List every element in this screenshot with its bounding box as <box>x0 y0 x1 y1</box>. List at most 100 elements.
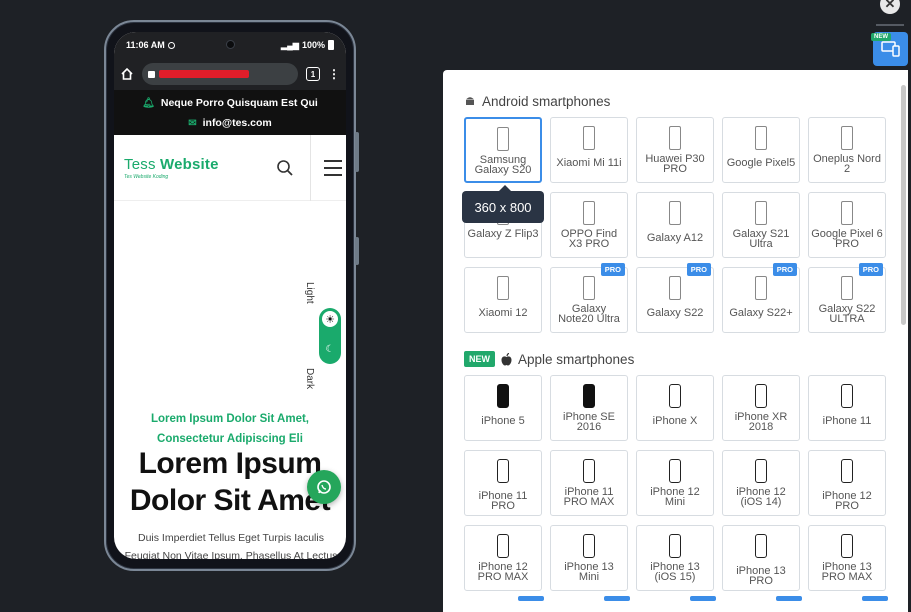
header-divider <box>310 135 311 201</box>
topbar-email[interactable]: info@tes.com <box>203 117 272 129</box>
device-card[interactable]: Galaxy S22 ULTRA PRO <box>808 263 886 333</box>
topbar-announcement: Neque Porro Quisquam Est Qui <box>160 97 318 109</box>
phone-icon <box>583 384 595 408</box>
device-card[interactable]: Galaxy S21 Ultra <box>722 192 800 258</box>
phone-icon <box>497 384 509 408</box>
device-card[interactable]: iPhone SE 2016 <box>550 375 628 441</box>
device-card[interactable]: Galaxy S22+ PRO <box>722 263 800 333</box>
site-logo[interactable]: Tess Website Tes Website Koding <box>124 156 219 180</box>
theme-switch[interactable]: ☀ ☾ <box>319 308 341 364</box>
device-card[interactable]: iPhone 13 (iOS 15) <box>636 525 714 591</box>
device-card[interactable]: Galaxy Note20 Ultra PRO <box>550 263 628 333</box>
moon-icon: ☾ <box>325 344 335 355</box>
close-button[interactable]: ✕ <box>880 0 900 14</box>
device-name: Xiaomi Mi 11i <box>556 157 622 169</box>
device-card[interactable]: Samsung Galaxy S20 <box>464 117 542 183</box>
home-icon[interactable] <box>120 67 134 81</box>
device-name: iPhone 12 (iOS 14) <box>736 486 786 508</box>
panel-scrollbar[interactable] <box>901 85 906 585</box>
phone-icon <box>669 459 681 483</box>
device-card[interactable]: OPPO Find X3 PRO <box>550 192 628 258</box>
device-name: Galaxy Note20 Ultra <box>558 303 620 325</box>
device-card[interactable]: iPhone XR 2018 <box>722 375 800 441</box>
hero-body-line2: Feugiat Non Vitae Ipsum. Phasellus At Le… <box>124 550 338 559</box>
battery-level: 100% <box>301 40 325 50</box>
device-card[interactable]: Xiaomi Mi 11i <box>550 117 628 183</box>
rail-divider <box>876 24 904 26</box>
device-card[interactable]: iPhone X <box>636 375 714 441</box>
logo-light: Tess <box>124 155 161 173</box>
device-card[interactable]: iPhone 5 <box>464 375 542 441</box>
device-card[interactable]: iPhone 12 Mini <box>636 450 714 516</box>
device-card[interactable]: Google Pixel 6 PRO <box>808 192 886 258</box>
phone-icon <box>497 534 509 558</box>
device-name: iPhone XR 2018 <box>734 411 788 433</box>
new-badge: NEW <box>464 351 495 367</box>
url-bar[interactable] <box>142 63 298 85</box>
devices-icon <box>880 41 900 57</box>
search-icon[interactable] <box>276 159 294 177</box>
camera-icon <box>226 40 235 49</box>
device-card[interactable]: iPhone 13 PRO MAX <box>808 525 886 591</box>
device-name: iPhone 11 <box>822 415 872 427</box>
tab-switcher-button[interactable]: 1 <box>306 67 320 81</box>
phone-icon <box>669 534 681 558</box>
device-name: Galaxy S22+ <box>729 307 793 319</box>
browser-bar: 1 ⋮ <box>114 58 346 90</box>
hamburger-menu-icon[interactable] <box>324 160 342 176</box>
device-name: Huawei P30 PRO <box>645 153 705 175</box>
bell-icon: 🔔︎ <box>142 97 155 109</box>
hero-body: Duis Imperdiet Tellus Eget Turpis Iaculi… <box>120 529 342 559</box>
pro-badge: PRO <box>600 263 625 276</box>
logo-tagline: Tes Website Koding <box>124 173 169 180</box>
device-card[interactable]: Xiaomi 12 <box>464 267 542 333</box>
site-header: Tess Website Tes Website Koding <box>114 135 346 201</box>
phone-icon <box>669 384 681 408</box>
device-name: Galaxy S22 <box>646 307 704 319</box>
device-card[interactable]: Google Pixel5 <box>722 117 800 183</box>
device-card[interactable]: iPhone 12 (iOS 14) <box>722 450 800 516</box>
hero-body-line1: Duis Imperdiet Tellus Eget Turpis Iaculi… <box>138 532 324 544</box>
device-card[interactable]: iPhone 12 PRO MAX <box>464 525 542 591</box>
device-card[interactable]: Galaxy S22 PRO <box>636 263 714 333</box>
android-device-grid: Samsung Galaxy S20 Xiaomi Mi 11i Huawei P3… <box>464 117 886 333</box>
device-name: Samsung Galaxy S20 <box>474 154 532 176</box>
browser-menu-icon[interactable]: ⋮ <box>328 67 340 81</box>
device-card[interactable]: iPhone 13 PRO <box>722 525 800 591</box>
phone-screen: 11:06 AM ▂▄▆ 100% 1 ⋮ 🔔︎ Neque Porro Qui… <box>114 32 346 559</box>
phone-icon <box>841 534 853 558</box>
device-name: iPhone 11 PRO MAX <box>563 486 615 508</box>
device-card[interactable]: Oneplus Nord 2 <box>808 117 886 183</box>
hero-subtitle: Lorem Ipsum Dolor Sit Amet, Consectetur … <box>114 409 346 449</box>
device-card[interactable]: iPhone 12 PRO <box>808 450 886 516</box>
responsive-mode-button[interactable]: NEW <box>871 32 908 66</box>
theme-dark-label: Dark <box>304 368 315 390</box>
status-time: 11:06 AM <box>126 40 165 50</box>
phone-icon <box>841 276 853 300</box>
theme-toggle[interactable]: Light ☀ ☾ Dark <box>304 272 346 412</box>
phone-icon <box>583 276 595 300</box>
device-name: iPhone 13 PRO MAX <box>821 561 873 583</box>
device-card[interactable]: Galaxy A12 <box>636 192 714 258</box>
phone-icon <box>755 201 767 225</box>
android-section-title: Android smartphones <box>482 94 611 109</box>
whatsapp-button[interactable] <box>307 470 341 504</box>
phone-icon <box>583 201 595 225</box>
phone-mockup: 11:06 AM ▂▄▆ 100% 1 ⋮ 🔔︎ Neque Porro Qui… <box>104 20 359 571</box>
device-name: iPhone 13 Mini <box>564 561 614 583</box>
device-name: iPhone X <box>652 415 698 427</box>
phone-icon <box>497 127 509 151</box>
device-card[interactable]: iPhone 11 PRO MAX <box>550 450 628 516</box>
device-card[interactable]: Huawei P30 PRO <box>636 117 714 183</box>
device-name: iPhone 13 PRO <box>736 565 786 587</box>
device-card[interactable]: iPhone 11 PRO <box>464 450 542 516</box>
phone-icon <box>669 201 681 225</box>
mail-icon: ✉ <box>188 117 197 129</box>
device-card[interactable]: iPhone 11 <box>808 375 886 441</box>
pro-badge: PRO <box>858 263 883 276</box>
phone-icon <box>755 126 767 150</box>
phone-icon <box>841 384 853 408</box>
device-card[interactable]: iPhone 13 Mini <box>550 525 628 591</box>
device-name: iPhone 12 Mini <box>650 486 700 508</box>
hero-subtitle-line1: Lorem Ipsum Dolor Sit Amet, <box>150 413 310 425</box>
